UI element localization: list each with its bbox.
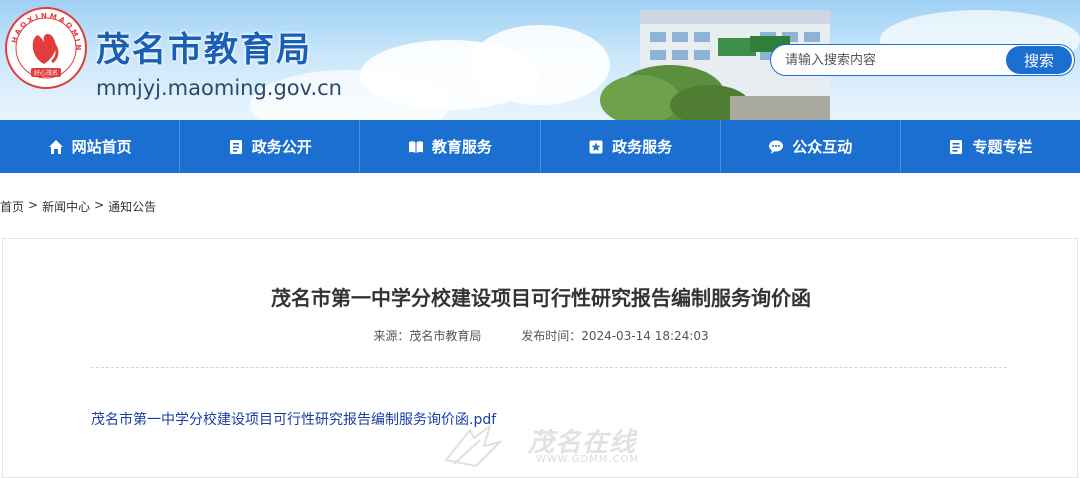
article-publish-time: 发布时间：2024-03-14 18:24:03 — [521, 329, 709, 343]
site-url: mmjyj.maoming.gov.cn — [96, 76, 342, 100]
nav-item-home[interactable]: 网站首页 — [0, 120, 181, 173]
logo-bottom-text: 好心茂名 — [34, 69, 58, 77]
attachment-link[interactable]: 茂名市第一中学分校建设项目可行性研究报告编制服务询价函.pdf — [91, 409, 496, 429]
article-source: 来源：茂名市教育局 — [373, 329, 482, 343]
chat-icon — [769, 140, 784, 154]
nav-item-edu-service[interactable]: 教育服务 — [360, 120, 541, 173]
breadcrumb-separator: > — [94, 198, 105, 212]
main-nav: 网站首页 政务公开 教育服务 政务服务 公众互动 专题专栏 — [0, 120, 1080, 173]
home-icon — [48, 139, 63, 154]
nav-item-label: 政务服务 — [612, 138, 673, 156]
watermark-logo-icon — [444, 423, 504, 468]
nav-item-label: 公众互动 — [792, 138, 853, 156]
document-icon — [229, 139, 242, 154]
watermark-url: WWW.GDMM.COM — [536, 454, 640, 465]
book-icon — [408, 140, 423, 153]
breadcrumb-news-center[interactable]: 新闻中心 — [42, 198, 90, 215]
breadcrumb-home[interactable]: 首页 — [0, 198, 24, 215]
nav-item-label: 专题专栏 — [972, 138, 1033, 156]
nav-item-gov-info[interactable]: 政务公开 — [180, 120, 361, 173]
site-header: H A O X I N M A O M I N G 好心茂名 茂名市教育局 mm… — [0, 0, 1080, 120]
breadcrumb-notices[interactable]: 通知公告 — [108, 198, 156, 215]
breadcrumb: 首页 > 新闻中心 > 通知公告 — [0, 198, 156, 215]
nav-item-label: 网站首页 — [71, 138, 132, 156]
nav-item-special-topics[interactable]: 专题专栏 — [901, 120, 1080, 173]
site-name[interactable]: 茂名市教育局 — [96, 22, 312, 71]
nav-item-label: 教育服务 — [431, 138, 492, 156]
watermark: 茂名在线 WWW.GDMM.COM — [440, 420, 650, 470]
search-bar: 搜索 — [770, 44, 1075, 76]
nav-item-label: 政务公开 — [251, 138, 312, 156]
star-badge-icon — [589, 140, 603, 153]
bureau-logo: H A O X I N M A O M I N G 好心茂名 — [4, 6, 87, 89]
nav-item-interaction[interactable]: 公众互动 — [721, 120, 901, 173]
search-button[interactable]: 搜索 — [1006, 46, 1072, 74]
article-meta: 来源：茂名市教育局 发布时间：2024-03-14 18:24:03 — [3, 327, 1079, 344]
search-input[interactable] — [785, 45, 995, 75]
article-title: 茂名市第一中学分校建设项目可行性研究报告编制服务询价函 — [271, 286, 811, 310]
list-icon — [950, 139, 963, 154]
nav-item-gov-service[interactable]: 政务服务 — [541, 120, 721, 173]
breadcrumb-separator: > — [28, 198, 39, 212]
cloud-decoration — [470, 25, 610, 105]
article-divider — [91, 367, 1007, 368]
